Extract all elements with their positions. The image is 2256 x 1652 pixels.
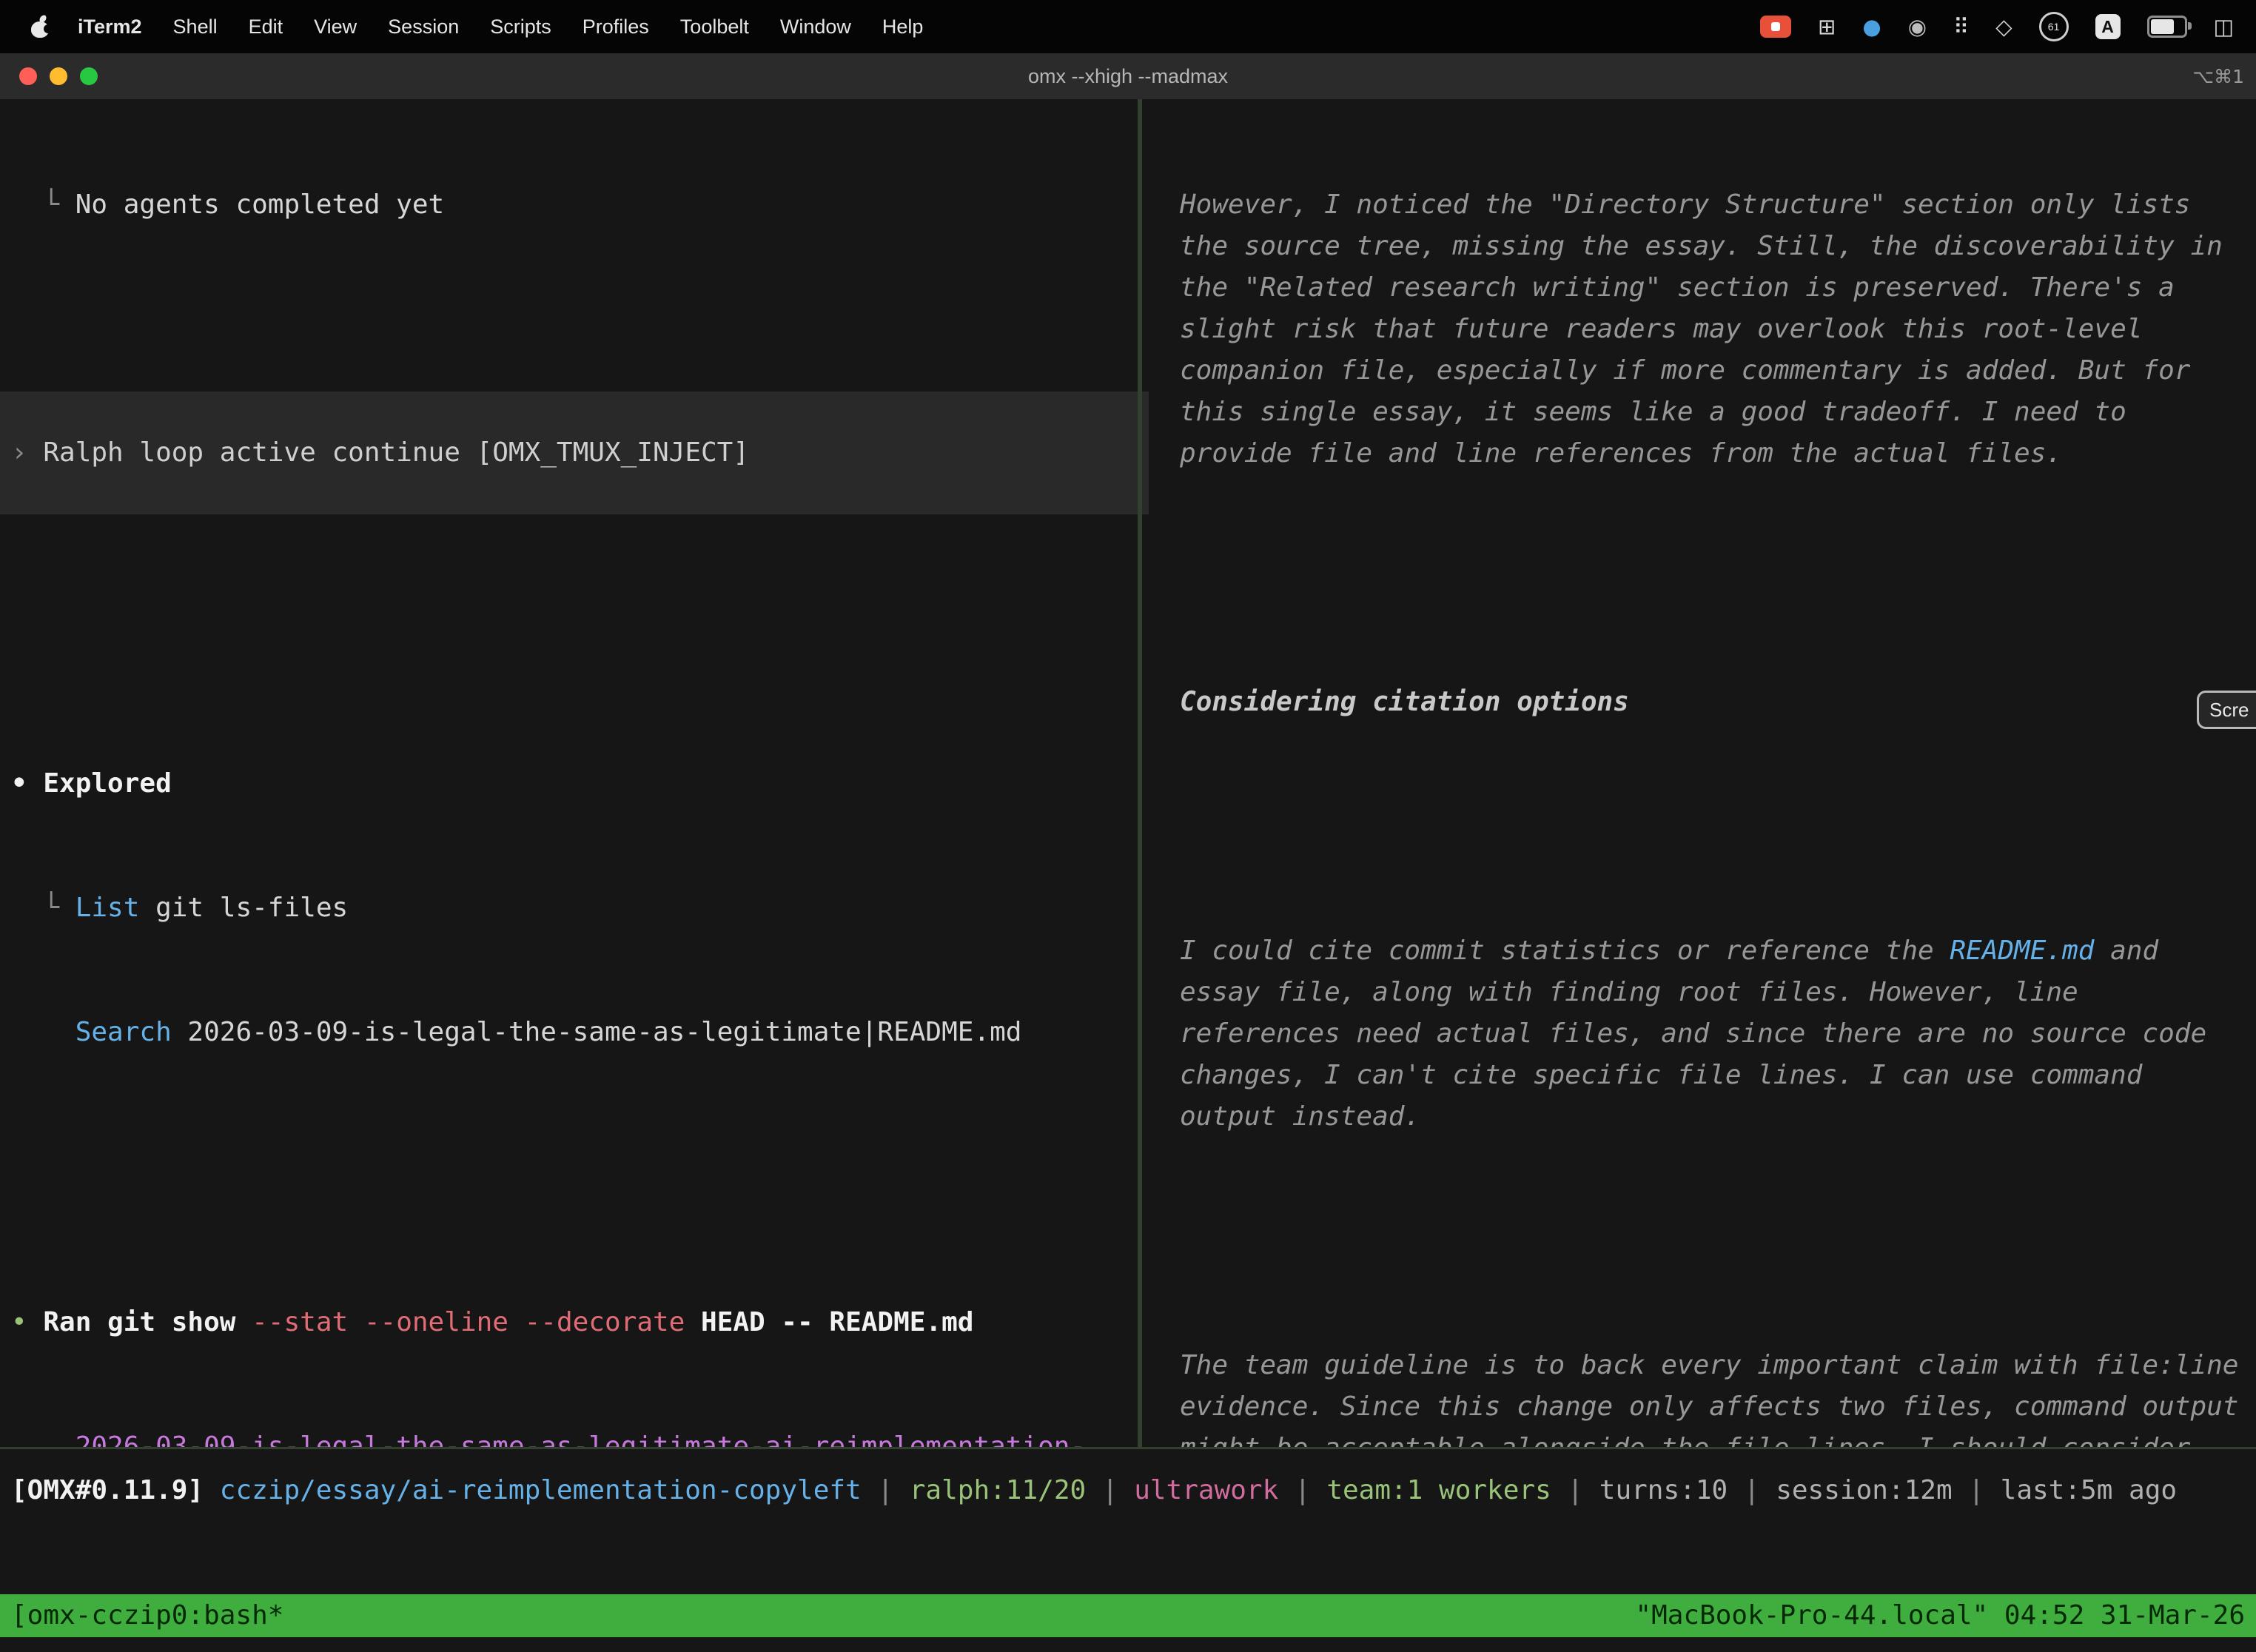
explored-list-line: └ List git ls-files [11,887,1149,929]
omx-status-line: [OMX#0.11.9] cczip/essay/ai-reimplementa… [11,1470,2177,1511]
menu-item-session[interactable]: Session [372,16,474,38]
prompt-chevron-icon: › [11,437,43,468]
menu-bar-status-icons: ⊞ ● ◉ ⠿ ◇ 61 A ◫ [1760,12,2256,41]
close-button[interactable] [19,67,37,85]
screen-share-chip[interactable]: Scre [2197,691,2256,729]
record-dot [1771,22,1780,31]
search-query: 2026-03-09-is-legal-the-same-as-legitima… [172,1017,1022,1047]
reasoning-paragraph-3: The team guideline is to back every impo… [1180,1345,2256,1449]
input-source-icon[interactable]: A [2095,14,2121,39]
traffic-lights [0,67,98,85]
menu-item-scripts[interactable]: Scripts [474,16,567,38]
search-action-label: Search [75,1017,172,1047]
screen: iTerm2 Shell Edit View Session Scripts P… [0,0,2256,1652]
tmux-status-bar: [omx-cczip0:bash* "MacBook-Pro-44.local"… [0,1594,2256,1637]
window-title: omx --xhigh --madmax [0,65,2256,88]
tree-branch-glyph: └ [11,189,75,220]
menu-item-window[interactable]: Window [765,16,867,38]
explored-header: • Explored [11,763,1149,805]
mode-label: ultrawork [1134,1475,1278,1505]
menu-item-shell[interactable]: Shell [158,16,233,38]
explored-title: Explored [43,768,171,799]
bullet-icon: • [11,768,43,799]
separator: | [1086,1475,1134,1505]
menu-item-iterm2[interactable]: iTerm2 [62,16,158,38]
separator: | [1728,1475,1776,1505]
menu-item-edit[interactable]: Edit [233,16,299,38]
turns-count: turns:10 [1599,1475,1728,1505]
explored-search-line: Search 2026-03-09-is-legal-the-same-as-l… [11,1012,1149,1053]
ralph-loop-banner: › Ralph loop active continue [OMX_TMUX_I… [0,392,1149,514]
key-app-icon[interactable]: ◇ [1995,16,2012,38]
agents-status-line: └ No agents completed yet [11,184,1149,226]
horizontal-pane-border [0,1447,2256,1449]
separator: | [1551,1475,1599,1505]
menu-item-toolbelt[interactable]: Toolbelt [665,16,765,38]
list-command: git ls-files [139,893,348,923]
window-shortcut-badge: ⌥⌘1 [2192,66,2256,87]
terminal: └ No agents completed yet › Ralph loop a… [0,99,2256,1652]
tmux-session-window[interactable]: [omx-cczip0:bash* [11,1595,283,1636]
team-workers: team:1 workers [1326,1475,1551,1505]
agents-status-text: No agents completed yet [75,189,445,220]
gauge-badge-icon[interactable]: 61 [2039,12,2069,41]
control-center-icon[interactable]: ◫ [2214,16,2234,38]
window-title-bar[interactable]: omx --xhigh --madmax ⌥⌘1 [0,53,2256,99]
last-activity: last:5m ago [2001,1475,2177,1505]
minimize-button[interactable] [50,67,67,85]
essay-filename-line-1: 2026-03-09-is-legal-the-same-as-legitima… [11,1426,1149,1449]
grid-app-icon[interactable]: ⊞ [1818,16,1836,38]
git-show-flags: --stat --oneline --decorate [252,1307,701,1337]
omx-version: [OMX#0.11.9] [11,1475,220,1505]
git-show-command-line: • Ran git show --stat --oneline --decora… [11,1302,1149,1343]
reasoning-heading: Considering citation options [1180,682,2256,723]
reasoning-paragraph-2: I could cite commit statistics or refere… [1180,930,2256,1138]
blue-app-icon[interactable]: ● [1862,16,1881,38]
ralph-progress: ralph:11/20 [910,1475,1086,1505]
omx-branch-path: cczip/essay/ai-reimplementation-copyleft [220,1475,862,1505]
menu-item-profiles[interactable]: Profiles [567,16,665,38]
apple-leaf [38,15,47,24]
zoom-button[interactable] [80,67,98,85]
right-pane[interactable]: However, I noticed the "Directory Struct… [1142,99,2256,1449]
menu-item-help[interactable]: Help [867,16,939,38]
menu-bar: iTerm2 Shell Edit View Session Scripts P… [0,0,2256,53]
tmux-host-clock: "MacBook-Pro-44.local" 04:52 31-Mar-26 [1635,1595,2245,1636]
battery-icon[interactable] [2147,16,2187,38]
session-duration: session:12m [1776,1475,1952,1505]
reasoning-heading-text: Considering citation options [1180,687,1629,717]
ralph-loop-text: Ralph loop active continue [OMX_TMUX_INJ… [43,437,749,468]
screen-recording-indicator-icon[interactable] [1760,16,1791,38]
list-action-label: List [75,893,140,923]
readme-file-link[interactable]: README.md [1950,936,2094,966]
reasoning-paragraph-1: However, I noticed the "Directory Struct… [1180,184,2256,474]
dots-grid-icon[interactable]: ⠿ [1953,16,1969,38]
reasoning-text: I could cite commit statistics or refere… [1180,936,1950,966]
dark-app-icon[interactable]: ◉ [1908,16,1927,38]
separator: | [1953,1475,2001,1505]
menu-item-view[interactable]: View [298,16,372,38]
git-show-cmd: git show [107,1307,252,1337]
separator: | [862,1475,910,1505]
separator: | [1278,1475,1326,1505]
git-show-args: HEAD -- README.md [701,1307,973,1337]
ran-label: Ran [43,1307,107,1337]
apple-menu-icon[interactable] [31,16,49,38]
left-pane[interactable]: └ No agents completed yet › Ralph loop a… [0,99,1149,1449]
indent [11,1017,75,1047]
bullet-icon: • [11,1307,43,1337]
tree-branch-glyph: └ [11,893,75,923]
